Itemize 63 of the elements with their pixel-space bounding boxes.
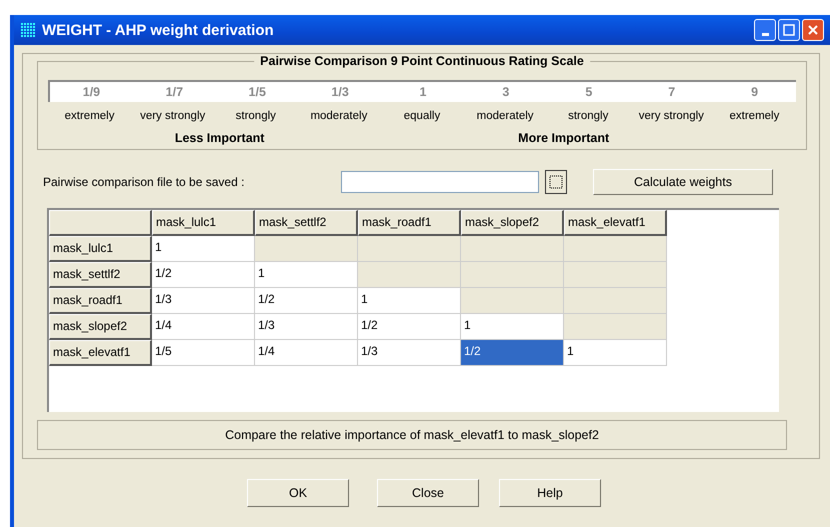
table-cell[interactable]: 1/2	[358, 314, 461, 340]
maximize-icon	[783, 24, 795, 36]
scale-description: equally	[402, 110, 442, 122]
scale-description: very strongly	[638, 110, 705, 122]
dialog-button[interactable]: Help	[499, 479, 601, 507]
dialog-button[interactable]: Close	[377, 479, 479, 507]
scale-description: strongly	[567, 110, 610, 122]
row-header: mask_elevatf1	[49, 340, 152, 366]
table-cell[interactable]: 1/4	[255, 340, 358, 366]
table-cell[interactable]: 1/2	[152, 262, 255, 288]
scale-value: 3	[501, 85, 510, 99]
scale-description: very strongly	[139, 110, 206, 122]
scale-value: 1/5	[248, 85, 267, 99]
table-cell[interactable]: 1	[461, 314, 564, 340]
column-header: mask_settlf2	[255, 210, 358, 236]
scale-description: moderately	[476, 110, 535, 122]
less-important-label: Less Important	[174, 131, 264, 145]
grid-icon	[20, 22, 36, 38]
close-icon	[807, 24, 819, 36]
file-label: Pairwise comparison file to be saved :	[42, 175, 246, 189]
row-header: mask_slopef2	[49, 314, 152, 340]
scale-value: 9	[750, 85, 760, 99]
dialog-button[interactable]: OK	[247, 479, 349, 507]
scale-value: 1/7	[164, 85, 184, 99]
scale-description: moderately	[309, 110, 368, 122]
more-important-label: More Important	[518, 131, 610, 145]
scale-value: 7	[667, 85, 676, 99]
scale-value: 1/9	[82, 85, 102, 99]
scale-value: 1/3	[330, 85, 350, 99]
browse-button[interactable]	[545, 170, 567, 194]
table-cell[interactable]: 1	[255, 262, 358, 288]
scale-description: extremely	[64, 110, 116, 122]
status-message: Compare the relative importance of mask_elevatf1 to mask_slopef2	[37, 420, 787, 450]
table-cell[interactable]: 1/3	[358, 340, 461, 366]
calculate-weights-button[interactable]: Calculate weights	[593, 169, 773, 195]
dotted-rectangle-icon	[549, 175, 563, 189]
table-cell[interactable]: 1	[358, 288, 461, 314]
close-button[interactable]	[802, 19, 824, 41]
scale-description: extremely	[728, 110, 780, 122]
window-title: WEIGHT - AHP weight derivation	[42, 22, 275, 38]
table-cell[interactable]: 1	[564, 340, 667, 366]
file-input-field[interactable]	[341, 171, 539, 193]
column-header: mask_elevatf1	[564, 210, 667, 236]
column-header: mask_roadf1	[358, 210, 461, 236]
table-cell[interactable]: 1/4	[152, 314, 255, 340]
row-header: mask_lulc1	[49, 236, 152, 262]
maximize-button[interactable]	[778, 19, 800, 41]
scale-description: strongly	[234, 110, 277, 122]
minimize-icon	[762, 32, 768, 36]
scale-title: Pairwise Comparison 9 Point Continuous Rating Scale	[254, 54, 590, 68]
table-cell[interactable]: 1/2	[255, 288, 358, 314]
row-header: mask_settlf2	[49, 262, 152, 288]
row-header: mask_roadf1	[49, 288, 152, 314]
column-header: mask_lulc1	[152, 210, 255, 236]
table-cell[interactable]: 1/3	[152, 288, 255, 314]
table-cell[interactable]: 1/5	[152, 340, 255, 366]
column-header: mask_slopef2	[461, 210, 564, 236]
table-cell[interactable]: 1/3	[255, 314, 358, 340]
table-cell[interactable]: 1/2	[461, 340, 564, 366]
table-cell[interactable]: 1	[152, 236, 255, 262]
scale-value: 1	[418, 85, 428, 99]
minimize-button[interactable]	[754, 19, 776, 41]
scale-value: 5	[584, 85, 594, 99]
